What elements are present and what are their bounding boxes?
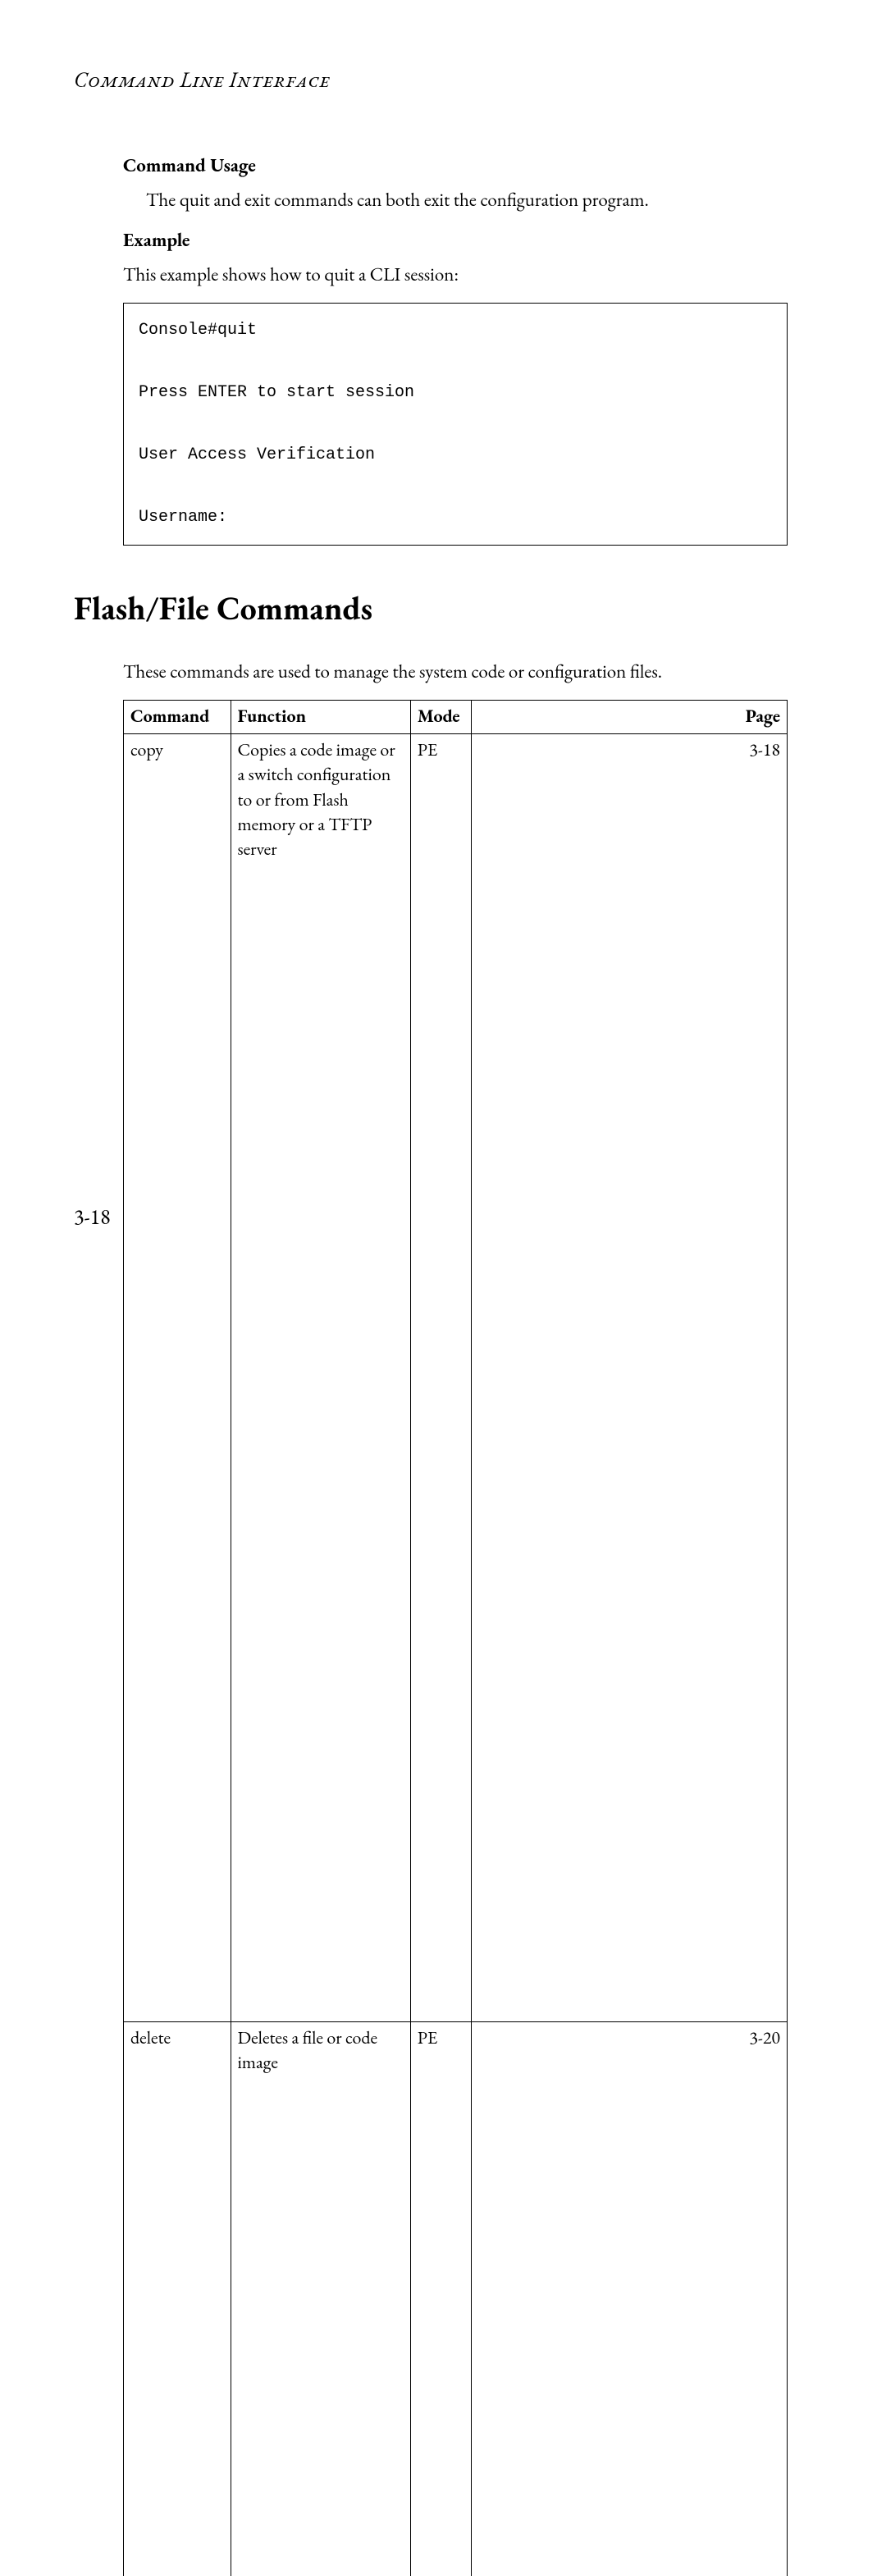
table-row: copy Copies a code image or a switch con… (124, 734, 788, 2022)
th-function: Function (231, 700, 410, 733)
page-number: 3-18 (74, 1203, 111, 1231)
cell-command: delete (124, 2022, 231, 2576)
cell-function: Deletes a file or code image (231, 2022, 410, 2576)
cell-page: 3-18 (472, 734, 788, 2022)
cell-page: 3-20 (472, 2022, 788, 2576)
example-intro: This example shows how to quit a CLI ses… (123, 262, 788, 288)
table-row: delete Deletes a file or code image PE 3… (124, 2022, 788, 2576)
example-code: Console#quit Press ENTER to start sessio… (123, 303, 788, 546)
table-header-row: Command Function Mode Page (124, 700, 788, 733)
command-usage-text: The quit and exit commands can both exit… (123, 187, 788, 213)
section-intro: These commands are used to manage the sy… (123, 659, 788, 685)
command-usage-heading: Command Usage (123, 153, 788, 179)
cell-function: Copies a code image or a switch configur… (231, 734, 410, 2022)
section-title-flash-file-commands: Flash/File Commands (74, 587, 812, 629)
cell-command: copy (124, 734, 231, 2022)
th-mode: Mode (410, 700, 472, 733)
running-header: Command Line Interface (74, 66, 812, 94)
th-page: Page (472, 700, 788, 733)
cell-mode: PE (410, 734, 472, 2022)
page: Command Line Interface Command Usage The… (0, 0, 886, 1288)
commands-table: Command Function Mode Page copy Copies a… (123, 700, 788, 2576)
th-command: Command (124, 700, 231, 733)
command-usage-block: Command Usage The quit and exit commands… (123, 153, 788, 546)
cell-mode: PE (410, 2022, 472, 2576)
section-body: These commands are used to manage the sy… (123, 659, 788, 2576)
example-heading: Example (123, 227, 788, 253)
